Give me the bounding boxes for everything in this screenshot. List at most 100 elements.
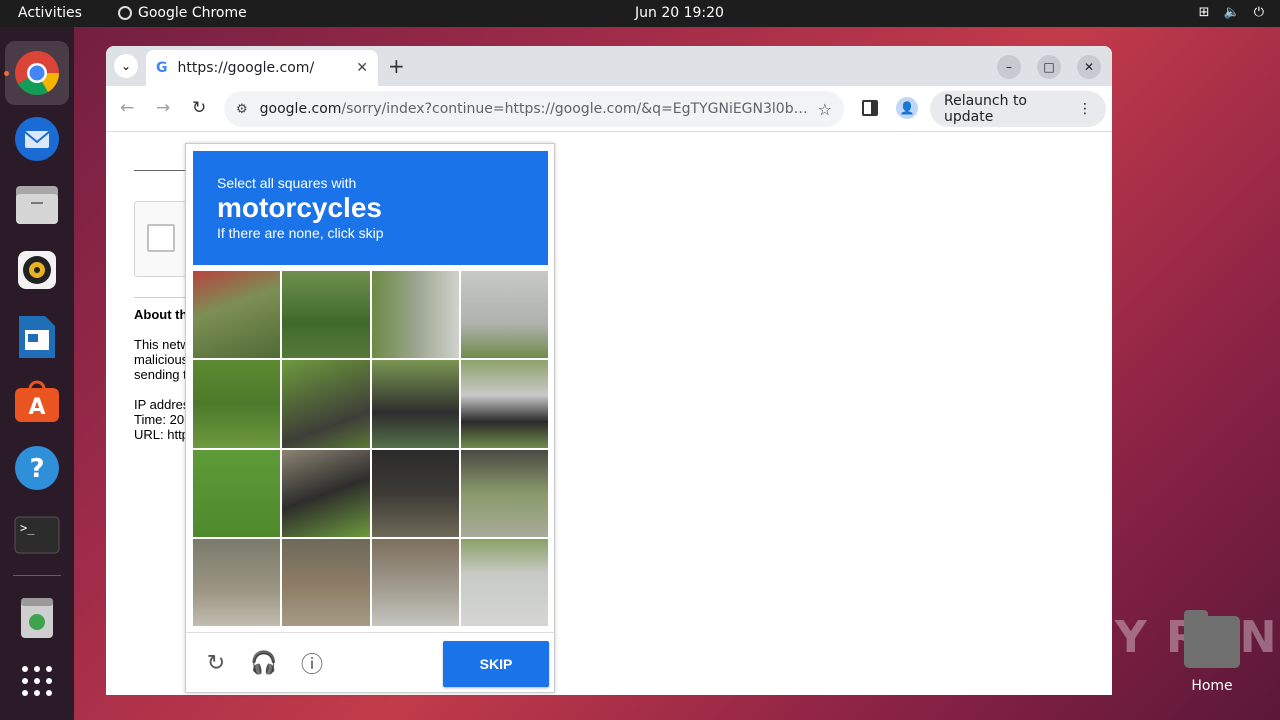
reload-challenge-icon[interactable]: ↻ bbox=[202, 649, 230, 677]
chrome-small-icon bbox=[118, 6, 132, 20]
url-line: URL: http bbox=[134, 427, 189, 442]
forward-button[interactable]: → bbox=[156, 98, 170, 118]
captcha-tile[interactable] bbox=[282, 449, 370, 537]
new-tab-button[interactable]: + bbox=[388, 54, 405, 78]
dock-rhythmbox[interactable] bbox=[12, 245, 62, 295]
svg-text:>_: >_ bbox=[20, 521, 35, 535]
activities-button[interactable]: Activities bbox=[18, 5, 82, 21]
chrome-icon bbox=[15, 51, 59, 95]
audio-challenge-icon[interactable]: 🎧 bbox=[250, 649, 278, 677]
dock-help[interactable]: ? bbox=[12, 443, 62, 493]
thunderbird-icon bbox=[15, 117, 59, 161]
tab-google[interactable]: G https://google.com/ ✕ bbox=[146, 50, 378, 86]
reload-button[interactable]: ↻ bbox=[192, 98, 206, 118]
trash-icon bbox=[21, 598, 53, 638]
captcha-tile[interactable] bbox=[460, 449, 548, 537]
dock-app-center[interactable]: A bbox=[12, 377, 62, 427]
about-paragraph: This network malicious sending t bbox=[134, 337, 189, 382]
top-bar: Activities Google Chrome Jun 20 19:20 ⊞ … bbox=[0, 0, 1280, 27]
bookmark-star-icon[interactable]: ☆ bbox=[818, 100, 832, 119]
captcha-tile[interactable] bbox=[371, 449, 459, 537]
dock-terminal[interactable]: >_ bbox=[12, 510, 62, 560]
dock-trash[interactable] bbox=[12, 592, 62, 642]
dock: A ? >_ bbox=[0, 27, 74, 720]
recaptcha-checkbox[interactable] bbox=[147, 224, 175, 252]
para-line: sending t bbox=[134, 367, 187, 382]
dock-files[interactable] bbox=[12, 180, 62, 230]
time-line: Time: 20 bbox=[134, 412, 185, 427]
captcha-grid bbox=[193, 271, 548, 626]
network-icon: ⊞ bbox=[1198, 5, 1210, 20]
captcha-target: motorcycles bbox=[217, 192, 382, 223]
captcha-challenge: Select all squares with motorcycles If t… bbox=[185, 143, 555, 693]
info-icon[interactable]: ⓘ bbox=[298, 649, 326, 678]
close-tab-icon[interactable]: ✕ bbox=[356, 60, 368, 76]
captcha-tile[interactable] bbox=[282, 538, 370, 626]
captcha-tile[interactable] bbox=[371, 271, 459, 359]
captcha-instruction: Select all squares with bbox=[217, 175, 357, 191]
captcha-tile[interactable] bbox=[282, 360, 370, 448]
home-label: Home bbox=[1191, 678, 1233, 694]
url-path: /sorry/index?continue=https://google.com… bbox=[341, 101, 810, 117]
skip-button[interactable]: SKIP bbox=[443, 641, 549, 687]
relaunch-button[interactable]: Relaunch to update ⋮ bbox=[930, 91, 1106, 127]
about-heading: About this page bbox=[134, 307, 189, 322]
clock[interactable]: Jun 20 19:20 bbox=[635, 5, 724, 21]
app-center-icon: A bbox=[15, 380, 59, 422]
desktop-home[interactable]: Home bbox=[1182, 610, 1242, 694]
writer-icon bbox=[19, 316, 55, 358]
svg-text:A: A bbox=[28, 395, 45, 420]
system-tray[interactable]: ⊞ 🔈 ⏻ bbox=[1199, 5, 1264, 20]
app-name: Google Chrome bbox=[138, 5, 247, 21]
captcha-tile[interactable] bbox=[193, 538, 281, 626]
captcha-tile[interactable] bbox=[193, 271, 281, 359]
address-bar[interactable]: ⚙ google.com /sorry/index?continue=https… bbox=[224, 91, 844, 127]
captcha-tile[interactable] bbox=[460, 271, 548, 359]
captcha-footer: ↻ 🎧 ⓘ SKIP bbox=[186, 632, 554, 692]
url-host: google.com bbox=[259, 101, 342, 117]
dock-app-grid[interactable] bbox=[12, 656, 62, 706]
help-icon: ? bbox=[15, 446, 59, 490]
side-panel-icon[interactable] bbox=[862, 100, 878, 116]
tab-search-button[interactable]: ⌄ bbox=[114, 54, 138, 78]
dock-writer[interactable] bbox=[12, 312, 62, 362]
rhythmbox-icon bbox=[18, 251, 56, 289]
dock-separator bbox=[13, 575, 61, 576]
chevron-down-icon: ⌄ bbox=[120, 59, 132, 73]
browser-toolbar: ← → ↻ ⚙ google.com /sorry/index?continue… bbox=[106, 86, 1112, 132]
back-button[interactable]: ← bbox=[120, 98, 134, 118]
close-window-button[interactable]: ✕ bbox=[1077, 55, 1101, 79]
power-icon: ⏻ bbox=[1253, 5, 1264, 20]
home-folder-icon bbox=[1184, 610, 1240, 668]
terminal-icon: >_ bbox=[14, 516, 60, 554]
app-grid-icon bbox=[22, 666, 52, 696]
maximize-button[interactable]: □ bbox=[1037, 55, 1061, 79]
tab-strip: ⌄ G https://google.com/ ✕ + – □ ✕ bbox=[106, 46, 1112, 86]
google-favicon-icon: G bbox=[156, 60, 168, 76]
captcha-tile[interactable] bbox=[460, 538, 548, 626]
profile-avatar[interactable]: 👤 bbox=[896, 97, 918, 119]
app-menu[interactable]: Google Chrome bbox=[118, 5, 247, 21]
dock-chrome[interactable] bbox=[5, 41, 69, 105]
more-menu-icon[interactable]: ⋮ bbox=[1078, 101, 1092, 117]
para-line: This network bbox=[134, 337, 189, 352]
captcha-header: Select all squares with motorcycles If t… bbox=[193, 151, 548, 265]
ip-line: IP address bbox=[134, 397, 189, 412]
request-info: IP address Time: 20 URL: http bbox=[134, 397, 189, 442]
captcha-tile[interactable] bbox=[193, 449, 281, 537]
site-info-icon[interactable]: ⚙ bbox=[236, 102, 248, 117]
relaunch-label: Relaunch to update bbox=[944, 93, 1028, 125]
minimize-button[interactable]: – bbox=[997, 55, 1021, 79]
dock-thunderbird[interactable] bbox=[12, 114, 62, 164]
tab-title: https://google.com/ bbox=[177, 60, 315, 76]
captcha-tile[interactable] bbox=[282, 271, 370, 359]
captcha-tile[interactable] bbox=[193, 360, 281, 448]
volume-icon: 🔈 bbox=[1223, 5, 1240, 20]
svg-text:?: ? bbox=[29, 454, 44, 484]
captcha-tile[interactable] bbox=[371, 538, 459, 626]
captcha-hint: If there are none, click skip bbox=[217, 225, 384, 241]
captcha-tile[interactable] bbox=[371, 360, 459, 448]
captcha-tile[interactable] bbox=[460, 360, 548, 448]
para-line: malicious bbox=[134, 352, 189, 367]
files-icon bbox=[16, 186, 58, 224]
